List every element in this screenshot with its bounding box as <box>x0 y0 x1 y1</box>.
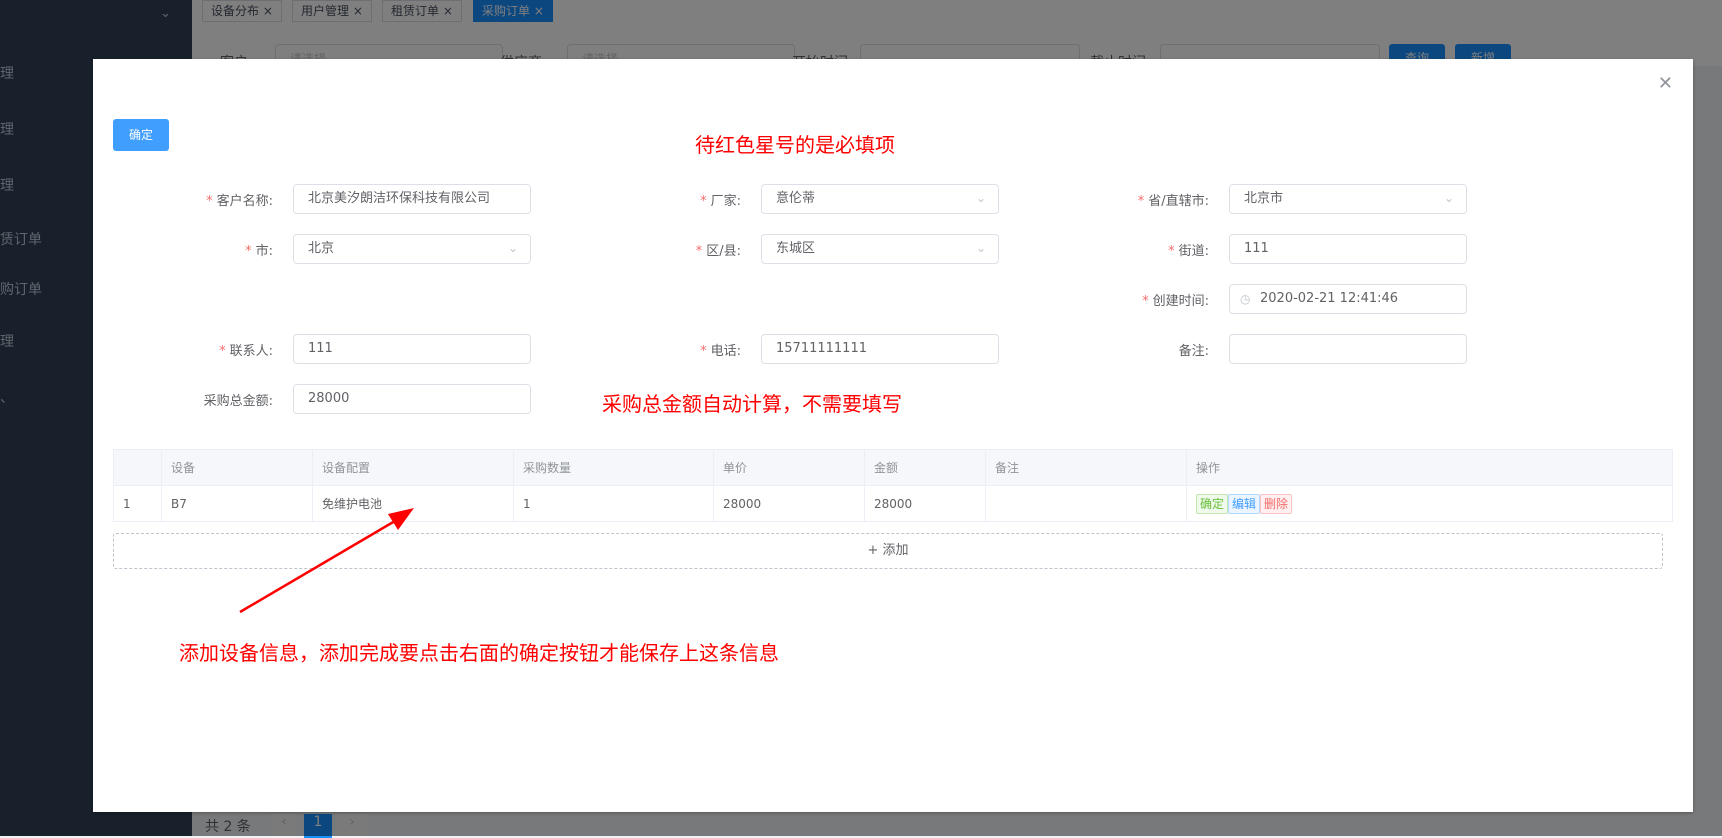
annotation-arrow-icon <box>239 508 414 614</box>
